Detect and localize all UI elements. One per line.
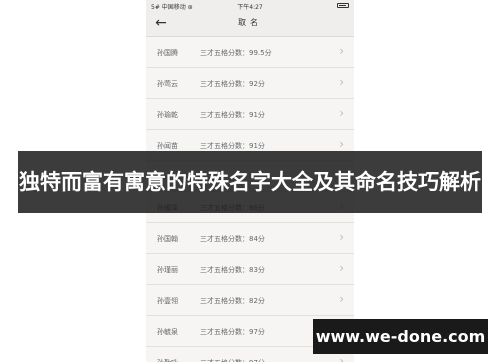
- chevron-right-icon: ›: [339, 261, 344, 275]
- battery-icon: [337, 3, 349, 8]
- banner-title: 独特而富有寓意的特殊名字大全及其命名技巧解析: [19, 170, 481, 194]
- chevron-right-icon: ›: [339, 75, 344, 89]
- name-label: 孙毓泉: [157, 328, 178, 336]
- name-label: 孙勤咏: [157, 358, 178, 362]
- score-label: 三才五格分数：83分: [200, 266, 265, 274]
- chevron-right-icon: ›: [339, 354, 344, 362]
- list-item[interactable]: 孙国翰 三才五格分数：84分 ›: [146, 223, 354, 254]
- list-item[interactable]: 孙壹翎 三才五格分数：82分 ›: [146, 285, 354, 316]
- score-label: 三才五格分数：84分: [200, 235, 265, 243]
- name-label: 孙莺云: [157, 80, 178, 88]
- name-label: 孙瑾丽: [157, 266, 178, 274]
- name-label: 孙闻苗: [157, 142, 178, 150]
- name-label: 孙瑜乾: [157, 111, 178, 119]
- list-item[interactable]: 孙国腾 三才五格分数：99.5分 ›: [146, 37, 354, 68]
- name-label: 孙壹翎: [157, 297, 178, 305]
- chevron-right-icon: ›: [339, 106, 344, 120]
- status-bar: 5# 中国移动 ⊛ 下午4:27: [146, 0, 354, 11]
- chevron-right-icon: ›: [339, 137, 344, 151]
- score-label: 三才五格分数：97分: [200, 328, 265, 336]
- chevron-right-icon: ›: [339, 230, 344, 244]
- chevron-right-icon: ›: [339, 292, 344, 306]
- navigation-bar: ← 取名: [146, 11, 354, 37]
- score-label: 三才五格分数：82分: [200, 297, 265, 305]
- score-label: 三才五格分数：91分: [200, 111, 265, 119]
- chevron-right-icon: ›: [339, 44, 344, 58]
- list-item[interactable]: 孙莺云 三才五格分数：92分 ›: [146, 68, 354, 99]
- page-title: 取名: [238, 18, 262, 27]
- score-label: 三才五格分数：99.5分: [200, 49, 272, 57]
- list-item[interactable]: 孙瑜乾 三才五格分数：91分 ›: [146, 99, 354, 130]
- status-time: 下午4:27: [237, 4, 263, 11]
- score-label: 三才五格分数：91分: [200, 142, 265, 150]
- name-label: 孙国翰: [157, 235, 178, 243]
- name-label: 孙国腾: [157, 49, 178, 57]
- score-label: 三才五格分数：97分: [200, 358, 265, 362]
- site-watermark: www.we-done.com: [313, 319, 488, 354]
- score-label: 三才五格分数：92分: [200, 80, 265, 88]
- title-banner: 独特而富有寓意的特殊名字大全及其命名技巧解析: [18, 151, 482, 213]
- list-item[interactable]: 孙瑾丽 三才五格分数：83分 ›: [146, 254, 354, 285]
